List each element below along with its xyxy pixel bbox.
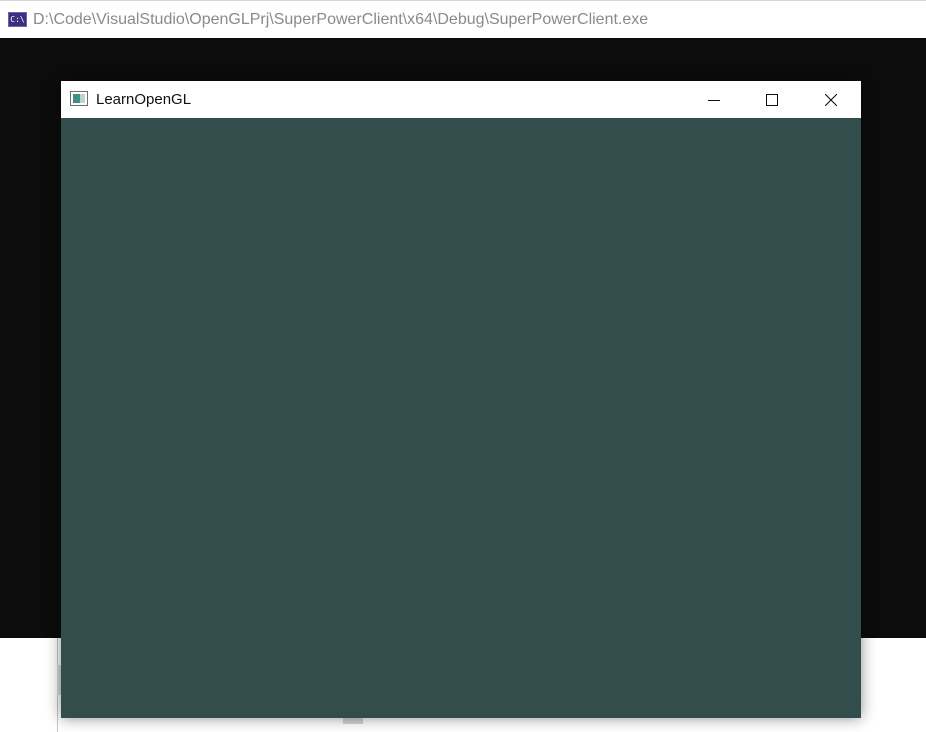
opengl-render-area[interactable] bbox=[61, 118, 861, 718]
cmd-icon: C:\ bbox=[8, 12, 27, 27]
learnopengl-titlebar[interactable]: LearnOpenGL bbox=[61, 81, 861, 118]
learnopengl-window: LearnOpenGL bbox=[61, 81, 861, 718]
console-window-title: D:\Code\VisualStudio\OpenGLPrj\SuperPowe… bbox=[33, 11, 649, 28]
background-window-scroll-thumb bbox=[343, 718, 363, 724]
minimize-button[interactable] bbox=[685, 81, 743, 118]
maximize-icon bbox=[766, 93, 778, 106]
minimize-icon bbox=[708, 99, 720, 101]
close-button[interactable] bbox=[801, 81, 861, 118]
console-titlebar[interactable]: C:\ D:\Code\VisualStudio\OpenGLPrj\Super… bbox=[0, 0, 926, 38]
window-title: LearnOpenGL bbox=[96, 91, 192, 108]
icon-pane bbox=[80, 94, 85, 103]
application-window-icon[interactable] bbox=[70, 91, 88, 106]
close-icon bbox=[825, 93, 837, 106]
maximize-button[interactable] bbox=[743, 81, 801, 118]
icon-pane bbox=[73, 94, 80, 103]
